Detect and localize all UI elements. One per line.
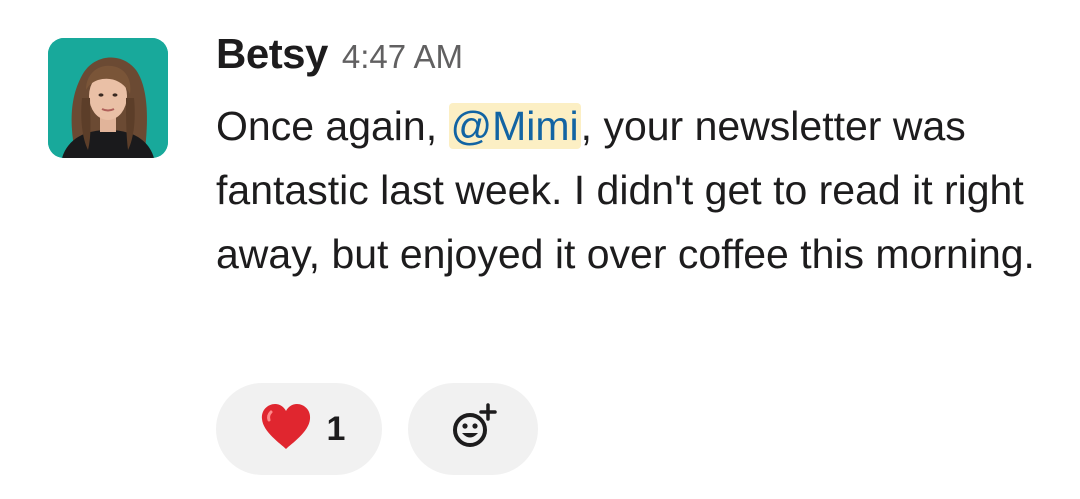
reactions-bar: 1 [216, 383, 538, 475]
reaction-count: 1 [326, 409, 346, 448]
message: Betsy 4:47 AM Once again, @Mimi, your ne… [0, 0, 1080, 499]
message-header: Betsy 4:47 AM [216, 30, 1046, 94]
add-emoji-icon [448, 402, 498, 457]
avatar-photo [48, 38, 168, 158]
author-name[interactable]: Betsy [216, 30, 328, 78]
message-content: Betsy 4:47 AM Once again, @Mimi, your ne… [216, 30, 1046, 286]
red-heart-icon [259, 402, 313, 457]
reaction-heart[interactable]: 1 [216, 383, 382, 475]
avatar[interactable] [48, 38, 168, 158]
message-text: Once again, @Mimi, your newsletter was f… [216, 94, 1046, 286]
user-mention[interactable]: @Mimi [448, 103, 581, 149]
message-timestamp[interactable]: 4:47 AM [342, 38, 463, 76]
add-reaction-button[interactable] [408, 383, 538, 475]
message-text-before-mention: Once again, [216, 103, 449, 149]
